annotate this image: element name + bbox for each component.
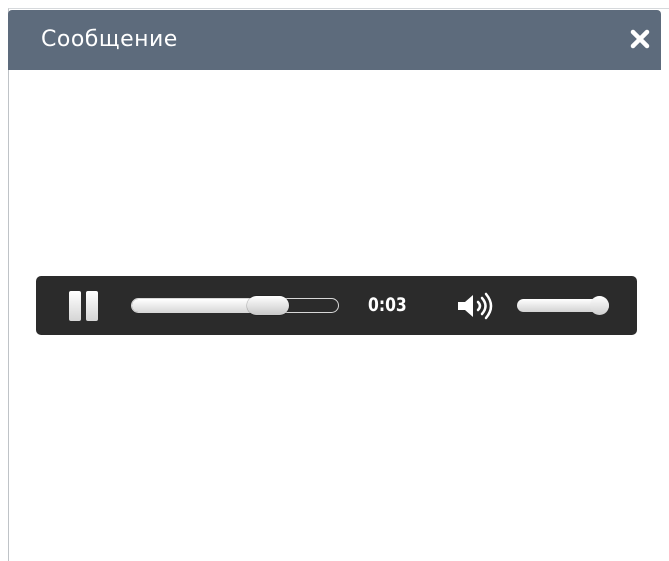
dialog-title: Сообщение [41, 27, 178, 52]
speaker-icon [458, 292, 493, 320]
volume-slider[interactable] [517, 296, 609, 315]
volume-handle[interactable] [590, 296, 609, 315]
audio-player: 0:03 [36, 276, 637, 335]
pause-icon-bar [86, 291, 98, 321]
progress-slider[interactable] [131, 296, 339, 315]
close-icon[interactable] [628, 27, 652, 51]
progress-handle[interactable] [246, 296, 289, 315]
current-time: 0:03 [368, 294, 407, 316]
mute-button[interactable] [456, 292, 500, 320]
close-icon-glyph [630, 29, 650, 49]
pause-icon [69, 291, 81, 321]
dialog-titlebar[interactable]: Сообщение [8, 10, 661, 70]
pause-button[interactable] [69, 291, 99, 321]
